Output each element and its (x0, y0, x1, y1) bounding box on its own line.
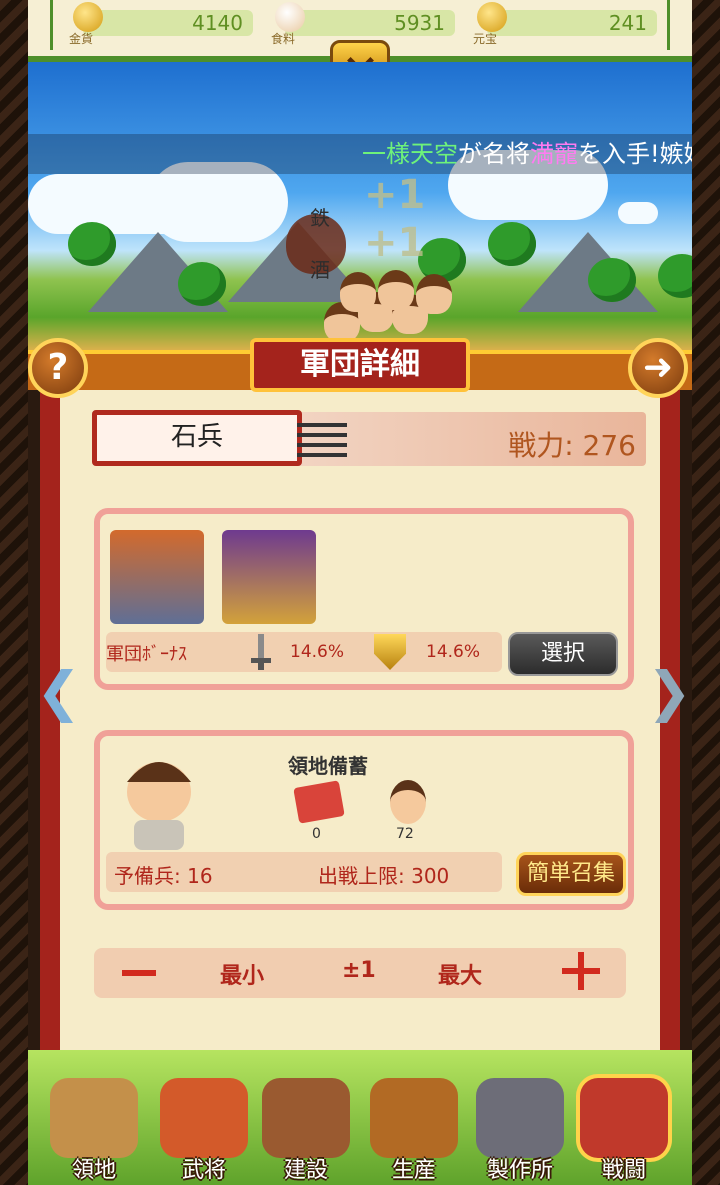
nav-general[interactable]: 武将 (154, 1078, 254, 1183)
ticker-text-tail: を入手!嫉妬 (578, 140, 692, 168)
nav-label: 建設 (283, 1158, 328, 1183)
next-army-arrow[interactable]: ❯ (647, 660, 692, 723)
production-barrel-icon (370, 1078, 458, 1158)
tree (658, 254, 692, 298)
food-value: 5931 (285, 10, 455, 36)
villager-count: 72 (396, 826, 414, 842)
bonus-label: 軍団ﾎﾞｰﾅｽ (106, 644, 187, 665)
panel-title: 軍団詳細 (250, 338, 470, 392)
defense-bonus: 14.6% (426, 642, 481, 662)
nav-label: 生産 (391, 1158, 436, 1183)
build-hammer-icon (262, 1078, 350, 1158)
float-plus: +1 (364, 220, 426, 266)
ingot-icon (477, 2, 507, 32)
ticker-text: が名将 (458, 140, 530, 168)
next-arrow-button[interactable]: ➜ (628, 338, 688, 398)
nav-territory[interactable]: 領地 (44, 1078, 144, 1183)
quantity-stepper: 最小 ±1 最大 (94, 948, 626, 998)
float-plus: +1 (364, 172, 426, 218)
gold-label: 金貨 (69, 32, 94, 46)
food-bun-icon (275, 2, 305, 32)
brick-icon (293, 780, 345, 824)
left-frame (0, 0, 28, 1185)
max-button[interactable]: 最大 (438, 958, 482, 990)
reserves-box: 領地備蓄 0 72 予備兵: 16 出戦上限: 300 簡単召集 (94, 730, 634, 910)
general-portrait[interactable] (110, 530, 204, 624)
float-item-label: 酒 (310, 258, 330, 282)
sword-icon (251, 634, 271, 670)
easy-recruit-button[interactable]: 簡単召集 (516, 852, 626, 896)
tree (588, 258, 636, 302)
tree (68, 222, 116, 266)
reserve-title: 領地備蓄 (288, 754, 368, 778)
bonus-row: 軍団ﾎﾞｰﾅｽ 14.6% 14.6% (106, 632, 502, 672)
nav-workshop[interactable]: 製作所 (470, 1078, 570, 1183)
workshop-anvil-icon (476, 1078, 564, 1158)
brick-count: 0 (312, 826, 321, 842)
shield-icon (374, 634, 406, 670)
generals-box: 軍団ﾎﾞｰﾅｽ 14.6% 14.6% 選択 (94, 508, 634, 690)
help-button[interactable]: ? (28, 338, 88, 398)
unit-name: 石兵 (92, 410, 347, 466)
nav-build[interactable]: 建設 (256, 1078, 356, 1183)
resource-food: 5931 食料 (271, 2, 455, 46)
minus-button[interactable] (122, 970, 156, 976)
nav-label: 領地 (71, 1158, 116, 1183)
reserve-soldiers: 予備兵: 16 (114, 864, 213, 888)
select-button[interactable]: 選択 (508, 632, 618, 676)
tree (488, 222, 536, 266)
attack-bonus: 14.6% (290, 642, 345, 662)
ingot-value: 241 (487, 10, 657, 36)
ingot-label: 元宝 (473, 32, 498, 46)
food-label: 食料 (271, 32, 296, 46)
resource-gold: 4140 金貨 (69, 2, 253, 46)
mountain (518, 232, 658, 312)
nav-label: 戦闘 (601, 1158, 646, 1183)
general-portrait[interactable] (222, 530, 316, 624)
float-item-label: 鉄 (310, 206, 330, 230)
battle-helmet-icon (580, 1078, 668, 1158)
troop-icon (416, 274, 452, 314)
tree (178, 262, 226, 306)
power-value: 戦力: 276 (508, 429, 636, 462)
gold-coin-icon (73, 2, 103, 32)
general-icon (160, 1078, 248, 1158)
plus-button-vertical[interactable] (578, 952, 584, 990)
right-frame (692, 0, 720, 1185)
soldier-icon (127, 762, 191, 850)
nav-label: 製作所 (486, 1158, 553, 1183)
step-button[interactable]: ±1 (342, 958, 376, 983)
troop-icon (340, 272, 376, 312)
battle-cap: 出戦上限: 300 (318, 864, 450, 888)
territory-icon (50, 1078, 138, 1158)
troop-icon (378, 270, 414, 310)
cloud (618, 202, 658, 224)
announcement-ticker: 一様天空が名将満寵を入手!嫉妬 (28, 134, 692, 174)
battle-scene: 一様天空が名将満寵を入手!嫉妬 +1 +1 鉄 酒 (28, 62, 692, 352)
ticker-player: 一様天空 (362, 140, 458, 168)
reserve-row: 予備兵: 16 出戦上限: 300 (106, 852, 502, 892)
ticker-hero: 満寵 (530, 140, 578, 168)
min-button[interactable]: 最小 (220, 958, 264, 990)
nav-battle[interactable]: 戦闘 (574, 1078, 674, 1183)
nav-label: 武将 (181, 1158, 226, 1183)
villager-icon (390, 780, 426, 824)
prev-army-arrow[interactable]: ❮ (36, 660, 81, 723)
gold-value: 4140 (83, 10, 253, 36)
nav-production[interactable]: 生産 (364, 1078, 464, 1183)
resource-ingot: 241 元宝 (473, 2, 657, 46)
